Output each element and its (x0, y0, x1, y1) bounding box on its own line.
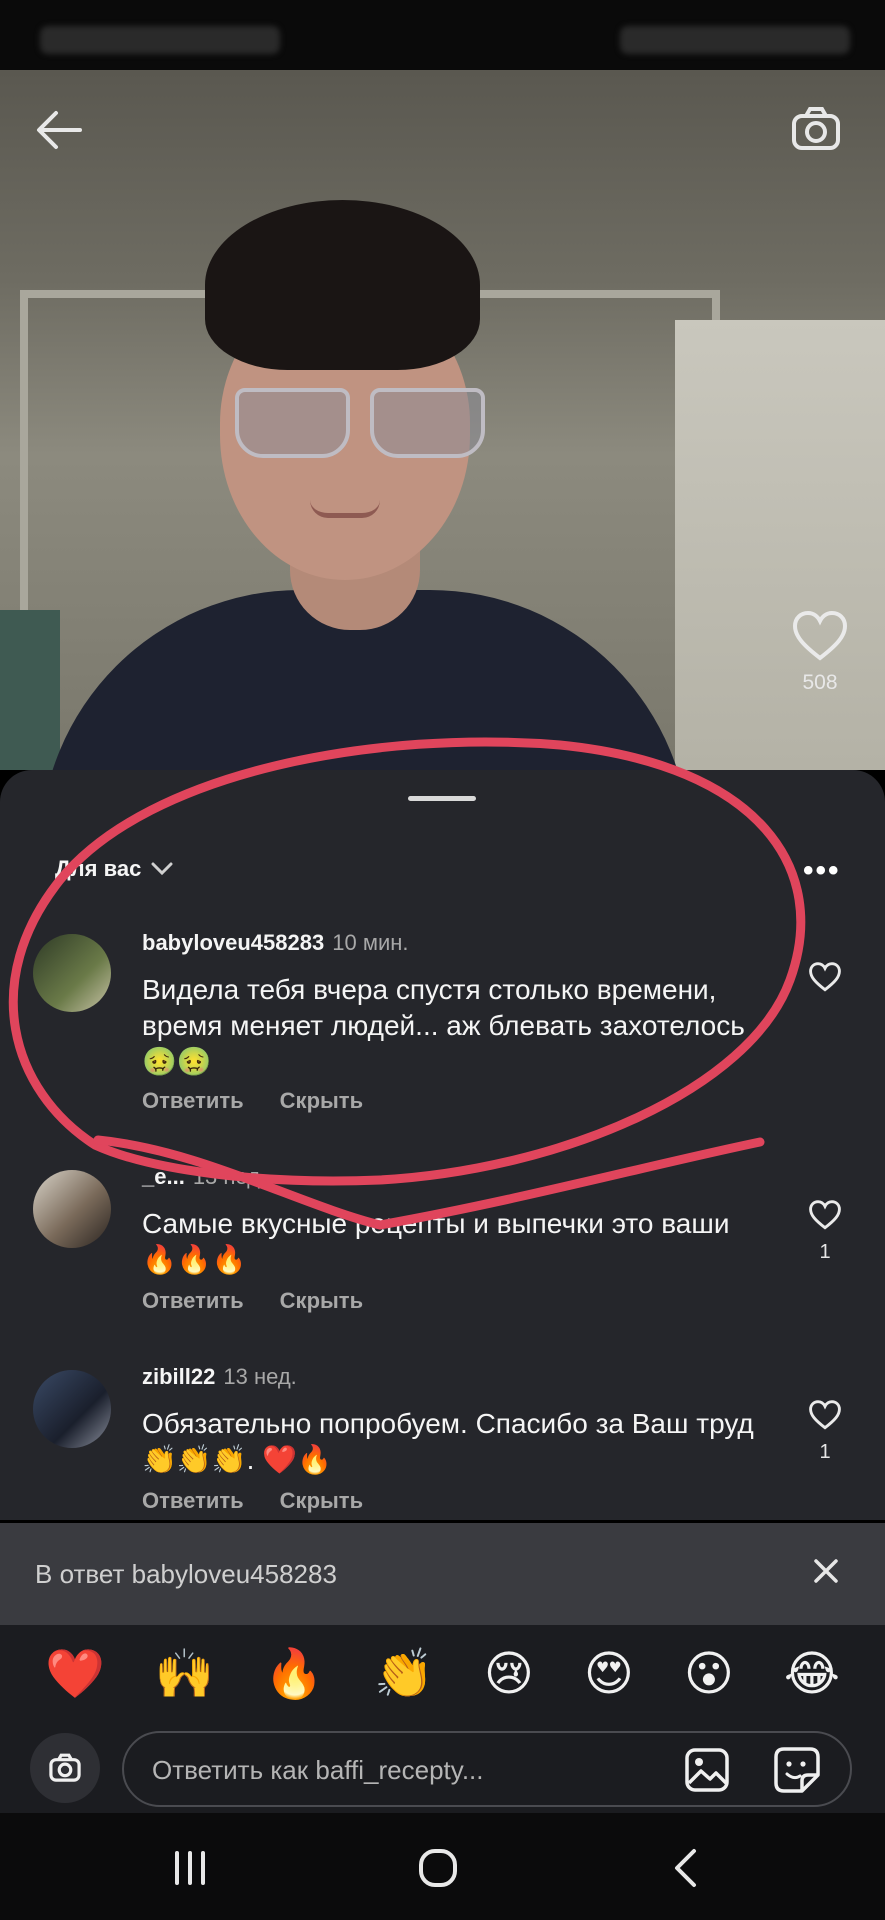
composer-camera-button[interactable] (30, 1733, 100, 1803)
comment-time: 13 нед. (192, 1164, 267, 1189)
more-icon[interactable]: ••• (803, 854, 841, 888)
emoji-bar: ❤️ 🙌 🔥 👏 😢 😍 😮 😂 (0, 1625, 885, 1725)
person-hair (205, 200, 480, 370)
comment-like-count: 1 (819, 1441, 831, 1463)
system-nav-bar (0, 1813, 885, 1920)
emoji-raised-hands[interactable]: 🙌 (155, 1651, 215, 1699)
video-like-button[interactable]: 508 (790, 610, 850, 695)
home-icon[interactable] (413, 1843, 463, 1893)
camera-icon (49, 1753, 81, 1782)
heart-icon (809, 1400, 841, 1430)
comment-header: zibill22 13 нед. (142, 1364, 297, 1390)
background-wall (675, 320, 885, 770)
close-icon[interactable] (810, 1555, 842, 1587)
reply-input[interactable]: Ответить как baffi_recepty... (122, 1731, 852, 1807)
back-arrow-icon[interactable] (30, 105, 90, 155)
background-window (0, 610, 60, 770)
comment-header: _e... 13 нед. (142, 1164, 266, 1190)
comment-header: babyloveu458283 10 мин. (142, 930, 409, 956)
comment-text: Видела тебя вчера спустя столько времени… (142, 974, 745, 1077)
comment-time: 13 нед. (223, 1364, 297, 1389)
person-mouth (310, 500, 380, 518)
comment-username[interactable]: zibill22 (142, 1364, 215, 1389)
emoji-clap[interactable]: 👏 (374, 1651, 434, 1699)
avatar[interactable] (33, 934, 111, 1012)
comment-username[interactable]: _e... (142, 1164, 185, 1189)
emoji-fire[interactable]: 🔥 (264, 1651, 324, 1699)
comment-like-button[interactable]: 1 (805, 1200, 845, 1264)
comment-composer: Ответить как baffi_recepty... (0, 1725, 885, 1813)
sticker-icon[interactable] (772, 1745, 822, 1795)
comment-like-count: 1 (819, 1241, 831, 1263)
comment-time: 10 мин. (332, 930, 409, 955)
reply-button[interactable]: Ответить (142, 1288, 244, 1314)
camera-icon[interactable] (788, 104, 844, 154)
heart-icon (809, 962, 841, 992)
status-bar-blurred-right (620, 26, 850, 54)
hide-button[interactable]: Скрыть (280, 1088, 363, 1114)
comment-like-button[interactable]: 1 (805, 1400, 845, 1464)
filter-label: Для вас (55, 856, 142, 881)
person-glasses (235, 388, 490, 458)
comment-text: Обязательно попробуем. Спасибо за Ваш тр… (142, 1408, 754, 1475)
emoji-laughing[interactable]: 😂 (784, 1651, 840, 1699)
comment-actions: Ответить Скрыть (142, 1088, 363, 1114)
reply-to-text: В ответ babyloveu458283 (35, 1559, 337, 1589)
hide-button[interactable]: Скрыть (280, 1488, 363, 1514)
comment-text: Самые вкусные рецепты и выпечки это ваши… (142, 1208, 730, 1275)
status-bar-blurred-left (40, 26, 280, 54)
comment-username[interactable]: babyloveu458283 (142, 930, 324, 955)
video-frame[interactable] (0, 70, 885, 770)
hide-button[interactable]: Скрыть (280, 1288, 363, 1314)
comments-sheet: Для вас ••• babyloveu458283 10 мин. Видел… (0, 770, 885, 1520)
heart-icon (809, 1200, 841, 1230)
reply-input-placeholder: Ответить как baffi_recepty... (152, 1755, 484, 1785)
comment-filter-dropdown[interactable]: Для вас (55, 856, 173, 882)
sheet-grabber[interactable] (408, 796, 476, 801)
reply-button[interactable]: Ответить (142, 1088, 244, 1114)
reply-to-bar: В ответ babyloveu458283 (0, 1523, 885, 1625)
reply-button[interactable]: Ответить (142, 1488, 244, 1514)
emoji-surprised[interactable]: 😮 (684, 1651, 734, 1699)
avatar[interactable] (33, 1170, 111, 1248)
video-like-count: 508 (802, 671, 838, 694)
comment-actions: Ответить Скрыть (142, 1488, 363, 1514)
avatar[interactable] (33, 1370, 111, 1448)
back-icon[interactable] (662, 1843, 712, 1893)
emoji-heart-eyes[interactable]: 😍 (584, 1651, 634, 1699)
emoji-heart[interactable]: ❤️ (45, 1651, 105, 1699)
chevron-down-icon (151, 862, 173, 876)
heart-icon (792, 610, 848, 661)
status-bar (0, 0, 885, 70)
emoji-crying[interactable]: 😢 (484, 1651, 534, 1699)
comment-like-button[interactable] (805, 962, 845, 997)
comment-actions: Ответить Скрыть (142, 1288, 363, 1314)
gallery-icon[interactable] (684, 1747, 730, 1793)
recent-apps-icon[interactable] (165, 1843, 215, 1893)
